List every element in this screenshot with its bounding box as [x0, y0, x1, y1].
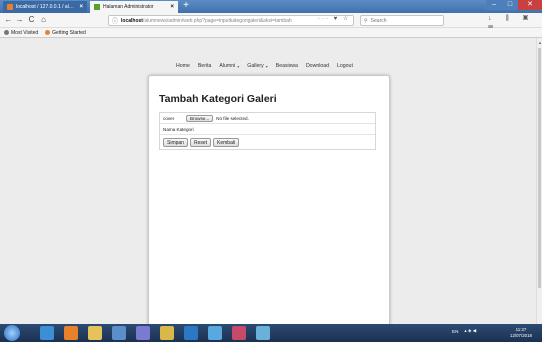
browse-button[interactable]: Browse...: [186, 114, 214, 122]
back-button[interactable]: ←: [4, 15, 13, 25]
chevron-down-icon: ▾: [237, 63, 240, 69]
search-placeholder: Search: [370, 17, 387, 24]
nav-alumni[interactable]: Alumni ▾: [219, 63, 239, 69]
close-tab-icon[interactable]: ×: [170, 4, 174, 10]
app-icon[interactable]: [232, 326, 246, 340]
app-icon[interactable]: [208, 326, 222, 340]
nav-label: Alumni: [219, 63, 236, 69]
close-window-button[interactable]: ✕: [518, 0, 542, 10]
name-label: Nama Kategori: [163, 126, 194, 132]
maximize-button[interactable]: □: [502, 0, 518, 10]
nav-download[interactable]: Download: [306, 63, 329, 69]
paint-icon[interactable]: [160, 326, 174, 340]
close-tab-icon[interactable]: ×: [79, 4, 83, 10]
app-icon[interactable]: [136, 326, 150, 340]
chevron-down-icon: ▾: [265, 63, 268, 69]
bookmark-most-visited[interactable]: Most Visited: [4, 30, 38, 36]
button-row: Simpan Reset Kembali: [160, 135, 375, 149]
browser-navbar: ← → C ⌂ ⓘ localhost /alumnews/admin/web.…: [0, 13, 542, 30]
forward-button[interactable]: →: [15, 15, 24, 25]
page-favicon-icon: [94, 4, 100, 10]
bookmark-label: Most Visited: [11, 29, 39, 36]
nav-label: Logout: [337, 63, 353, 69]
search-input[interactable]: ⚲ Search: [360, 15, 444, 26]
minimize-button[interactable]: –: [486, 0, 502, 10]
clock-date: 12/07/2018: [510, 333, 532, 338]
form-panel: Tambah Kategori Galeri cover Browse... N…: [148, 75, 390, 333]
search-icon: ⚲: [364, 17, 368, 24]
nav-label: Download: [305, 63, 330, 69]
cover-label: cover: [163, 115, 175, 121]
media-player-icon[interactable]: [112, 326, 126, 340]
start-button[interactable]: [4, 325, 20, 341]
file-status: No file selected.: [216, 115, 249, 121]
scroll-up-icon[interactable]: ▲: [538, 40, 542, 45]
tab-label: localhost / 127.0.0.1 / alumni: [16, 4, 77, 10]
nav-label: Home: [176, 63, 190, 69]
info-icon[interactable]: ⓘ: [112, 16, 118, 25]
taskbar: EN ▴ ◈ ◀ 11:37 12/07/2018: [0, 324, 542, 342]
firefox-icon[interactable]: [64, 326, 78, 340]
window-controls: – □ ✕: [486, 0, 542, 10]
reload-button[interactable]: C: [27, 15, 36, 25]
firefox-icon: [45, 30, 51, 35]
home-button[interactable]: ⌂: [39, 15, 48, 25]
nav-home[interactable]: Home: [176, 63, 190, 69]
nav-logout[interactable]: Logout: [337, 63, 353, 69]
nav-label: Berita: [197, 63, 212, 69]
browser-titlebar: localhost / 127.0.0.1 / alumni × Halaman…: [0, 0, 542, 13]
nav-gallery[interactable]: Gallery ▾: [247, 63, 267, 69]
ie-icon[interactable]: [40, 326, 54, 340]
nav-berita[interactable]: Berita: [198, 63, 212, 69]
tab-phpmyadmin[interactable]: localhost / 127.0.0.1 / alumni ×: [3, 1, 87, 13]
category-form: cover Browse... No file selected. Nama K…: [159, 112, 376, 150]
system-tray: EN ▴ ◈ ◀: [452, 328, 482, 334]
page-actions-icons[interactable]: ··· ♥ ☆: [318, 15, 350, 22]
new-tab-button[interactable]: +: [181, 1, 191, 12]
nav-label: Beasiswa: [275, 63, 298, 69]
bookmark-getting-started[interactable]: Getting Started: [45, 30, 86, 36]
save-button[interactable]: Simpan: [163, 137, 188, 147]
tab-label: Halaman Administrator: [103, 4, 154, 10]
phpmyadmin-icon: [7, 4, 13, 10]
nav-beasiswa[interactable]: Beasiswa: [276, 63, 298, 69]
tab-admin[interactable]: Halaman Administrator ×: [90, 1, 178, 13]
gear-icon: [4, 30, 9, 35]
app-icon[interactable]: [256, 326, 270, 340]
scrollbar-thumb[interactable]: [538, 48, 541, 288]
site-navigation: Home Berita Alumni ▾ Gallery ▾ Beasiswa Do…: [176, 63, 361, 69]
clock[interactable]: 11:37 12/07/2018: [504, 327, 538, 339]
vertical-scrollbar[interactable]: ▲: [536, 38, 542, 324]
bookmark-label: Getting Started: [52, 29, 86, 36]
nav-label: Gallery: [247, 63, 264, 69]
bookmarks-bar: Most Visited Getting Started: [0, 28, 542, 38]
file-explorer-icon[interactable]: [88, 326, 102, 340]
name-row: Nama Kategori: [160, 124, 375, 135]
url-host: localhost: [121, 17, 143, 24]
language-indicator[interactable]: EN: [452, 329, 458, 334]
page-title: Tambah Kategori Galeri: [159, 93, 277, 105]
reset-button[interactable]: Reset: [189, 137, 212, 147]
tray-icons[interactable]: ▴ ◈ ◀: [464, 328, 476, 334]
word-icon[interactable]: [184, 326, 198, 340]
cover-row: cover Browse... No file selected.: [160, 113, 375, 124]
back-button[interactable]: Kembali: [213, 137, 240, 147]
url-path: /alumnews/admin/web.php?page=inputkatego…: [142, 17, 292, 24]
